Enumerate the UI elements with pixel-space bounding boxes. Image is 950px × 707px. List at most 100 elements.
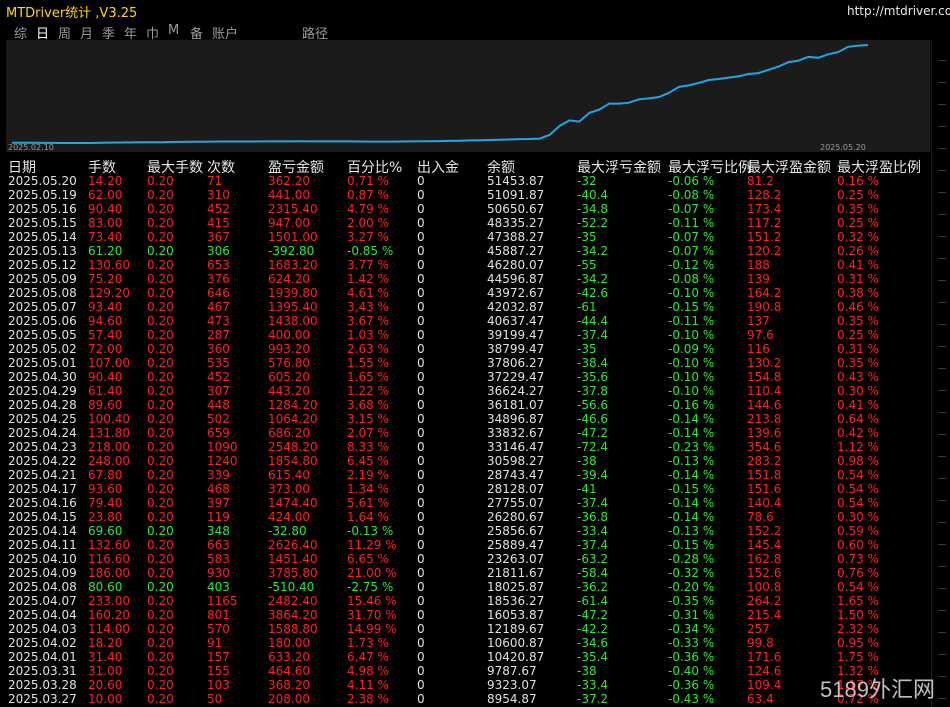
- cell-最大浮亏比例: -0.07 %: [668, 202, 715, 216]
- cell-余额: 37229.47: [487, 370, 545, 384]
- cell-最大浮盈金额: 164.2: [747, 286, 782, 300]
- cell-手数: 129.20: [88, 286, 130, 300]
- cell-最大浮盈金额: 139.6: [747, 426, 782, 440]
- cell-百分比%: 3.43 %: [347, 300, 389, 314]
- cell-次数: 339: [207, 468, 230, 482]
- table-row: 2025.05.06 94.60 0.20 473 1438.00 3.67 % 0 4063…: [0, 314, 932, 328]
- cell-最大手数: 0.20: [147, 216, 174, 230]
- cell-出入金: 0: [417, 300, 425, 314]
- cell-百分比%: -2.75 %: [347, 580, 394, 594]
- cell-最大手数: 0.20: [147, 496, 174, 510]
- table-row: 2025.04.09 186.00 0.20 930 3785.80 21.00 % 0 21…: [0, 566, 932, 580]
- cell-最大浮亏比例: -0.15 %: [668, 482, 715, 496]
- cell-手数: 89.60: [88, 398, 123, 412]
- table-row: 2025.05.09 75.20 0.20 376 624.20 1.42 % 0 44596…: [0, 272, 932, 286]
- scale-tick: [938, 170, 946, 171]
- cell-次数: 930: [207, 566, 230, 580]
- cell-最大浮盈金额: 152.6: [747, 566, 782, 580]
- cell-日期: 2025.04.14: [8, 524, 77, 538]
- cell-最大浮亏金额: -37.8: [577, 384, 609, 398]
- cell-余额: 42032.87: [487, 300, 545, 314]
- cell-手数: 31.00: [88, 664, 123, 678]
- cell-出入金: 0: [417, 230, 425, 244]
- cell-余额: 44596.87: [487, 272, 545, 286]
- cell-次数: 570: [207, 622, 230, 636]
- cell-余额: 51453.87: [487, 174, 545, 188]
- cell-最大手数: 0.20: [147, 258, 174, 272]
- cell-最大浮盈金额: 215.4: [747, 608, 782, 622]
- cell-次数: 663: [207, 538, 230, 552]
- tab-7[interactable]: M: [168, 23, 179, 38]
- cell-手数: 62.00: [88, 188, 123, 202]
- cell-次数: 535: [207, 356, 230, 370]
- cell-最大浮亏比例: -0.43 %: [668, 692, 715, 706]
- cell-手数: 20.60: [88, 678, 123, 692]
- cell-手数: 107.00: [88, 356, 130, 370]
- cell-最大手数: 0.20: [147, 664, 174, 678]
- cell-出入金: 0: [417, 258, 425, 272]
- cell-余额: 45887.27: [487, 244, 545, 258]
- cell-最大手数: 0.20: [147, 244, 174, 258]
- equity-chart-svg: [11, 44, 869, 144]
- cell-日期: 2025.05.15: [8, 216, 77, 230]
- cell-最大浮亏金额: -34.2: [577, 272, 609, 286]
- right-scrollbar[interactable]: [931, 40, 950, 707]
- cell-盈亏金额: 686.20: [268, 426, 310, 440]
- cell-盈亏金额: 1474.40: [268, 496, 318, 510]
- cell-日期: 2025.04.11: [8, 538, 77, 552]
- cell-日期: 2025.05.16: [8, 202, 77, 216]
- cell-百分比%: 2.19 %: [347, 468, 389, 482]
- cell-出入金: 0: [417, 314, 425, 328]
- cell-百分比%: 4.98 %: [347, 664, 389, 678]
- cell-余额: 39199.47: [487, 328, 545, 342]
- scale-tick: [938, 390, 946, 391]
- cell-余额: 8954.87: [487, 692, 537, 706]
- cell-百分比%: 1.42 %: [347, 272, 389, 286]
- cell-日期: 2025.04.08: [8, 580, 77, 594]
- cell-出入金: 0: [417, 342, 425, 356]
- cell-最大浮亏比例: -0.40 %: [668, 664, 715, 678]
- cell-最大浮亏比例: -0.14 %: [668, 496, 715, 510]
- cell-盈亏金额: 368.20: [268, 678, 310, 692]
- cell-余额: 51091.87: [487, 188, 545, 202]
- cell-最大浮亏比例: -0.15 %: [668, 538, 715, 552]
- cell-最大浮盈金额: 139: [747, 272, 770, 286]
- cell-最大浮盈金额: 151.8: [747, 468, 782, 482]
- scale-tick: [938, 456, 946, 457]
- cell-最大手数: 0.20: [147, 300, 174, 314]
- cell-最大浮亏金额: -63.2: [577, 552, 609, 566]
- cell-余额: 34896.87: [487, 412, 545, 426]
- cell-最大浮亏金额: -38: [577, 664, 597, 678]
- cell-最大浮盈比例: 0.31 %: [837, 272, 879, 286]
- website-link[interactable]: http://mtdriver.com: [847, 4, 950, 18]
- scale-tick: [938, 588, 946, 589]
- cell-出入金: 0: [417, 468, 425, 482]
- cell-次数: 50: [207, 692, 223, 706]
- cell-日期: 2025.05.09: [8, 272, 77, 286]
- cell-手数: 61.20: [88, 244, 123, 258]
- cell-盈亏金额: 443.20: [268, 384, 310, 398]
- table-row: 2025.04.11 132.60 0.20 663 2626.40 11.29 % 0 25…: [0, 538, 932, 552]
- cell-百分比%: 1.22 %: [347, 384, 389, 398]
- cell-手数: 69.60: [88, 524, 123, 538]
- cell-百分比%: 8.33 %: [347, 440, 389, 454]
- cell-最大浮盈比例: 0.59 %: [837, 524, 879, 538]
- cell-最大浮亏金额: -39.4: [577, 468, 609, 482]
- cell-出入金: 0: [417, 426, 425, 440]
- cell-最大浮亏金额: -34.8: [577, 202, 609, 216]
- cell-百分比%: 0.87 %: [347, 188, 389, 202]
- cell-最大浮亏金额: -41: [577, 482, 597, 496]
- cell-次数: 367: [207, 230, 230, 244]
- cell-次数: 360: [207, 342, 230, 356]
- cell-最大浮亏金额: -58.4: [577, 566, 609, 580]
- table-row: 2025.05.19 62.00 0.20 310 441.00 0.87 % 0 51091…: [0, 188, 932, 202]
- table-row: 2025.04.01 31.40 0.20 157 633.20 6.47 % 0 10420…: [0, 650, 932, 664]
- cell-余额: 12189.67: [487, 622, 545, 636]
- cell-手数: 100.40: [88, 412, 130, 426]
- cell-最大手数: 0.20: [147, 426, 174, 440]
- table-row: 2025.04.21 67.80 0.20 339 615.40 2.19 % 0 28743…: [0, 468, 932, 482]
- cell-百分比%: 3.77 %: [347, 258, 389, 272]
- cell-余额: 37806.27: [487, 356, 545, 370]
- table-row: 2025.04.04 160.20 0.20 801 3864.20 31.70 % 0 16…: [0, 608, 932, 622]
- cell-百分比%: 1.64 %: [347, 510, 389, 524]
